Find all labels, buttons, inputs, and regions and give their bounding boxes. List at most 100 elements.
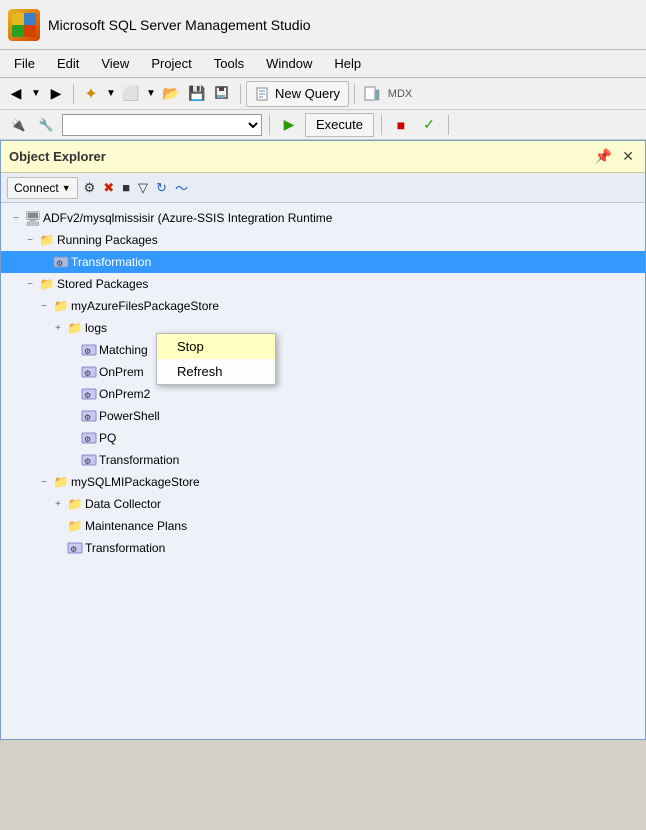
- transformation-sqlmi-package-icon: ⚙: [67, 540, 83, 556]
- oe-stop-icon[interactable]: ■: [120, 178, 132, 197]
- tree-node-powershell[interactable]: ⚙ PowerShell: [1, 405, 645, 427]
- oe-refresh-icon[interactable]: ↻: [154, 178, 169, 198]
- expander-pq: [65, 431, 79, 445]
- context-menu: Stop Refresh: [156, 333, 276, 385]
- menu-file[interactable]: File: [4, 53, 45, 74]
- transformation-stored-package-icon: ⚙: [81, 452, 97, 468]
- app-icon: [8, 9, 40, 41]
- tree-node-onprem[interactable]: ⚙ OnPrem: [1, 361, 645, 383]
- oe-disconnect-icon[interactable]: ✖: [101, 178, 116, 198]
- menu-window[interactable]: Window: [256, 53, 322, 74]
- back-button[interactable]: ◀: [4, 82, 28, 106]
- sep5: [381, 115, 382, 135]
- server-label: ADFv2/mysqlmissisir (Azure-SSIS Integrat…: [43, 211, 332, 225]
- azure-store-label: myAzureFilesPackageStore: [71, 299, 219, 313]
- expander-stored: −: [23, 277, 37, 291]
- logs-label: logs: [85, 321, 107, 335]
- sparkle-button[interactable]: ✦: [79, 82, 103, 106]
- report-button[interactable]: [360, 82, 384, 106]
- expander-maintenance: [51, 519, 65, 533]
- chevron-down-icon: ▼: [62, 183, 71, 193]
- onprem2-package-icon: ⚙: [81, 386, 97, 402]
- expander-onprem2: [65, 387, 79, 401]
- oe-pin-button[interactable]: 📌: [592, 148, 615, 165]
- logs-folder-icon: 📁: [67, 320, 83, 336]
- server-icon: 🖥: [25, 210, 41, 226]
- running-packages-folder-icon: 📁: [39, 232, 55, 248]
- menu-edit[interactable]: Edit: [47, 53, 89, 74]
- pq-package-icon: ⚙: [81, 430, 97, 446]
- expander-data-collector: +: [51, 497, 65, 511]
- tree-node-transformation-stored[interactable]: ⚙ Transformation: [1, 449, 645, 471]
- mdx-button[interactable]: MDX: [386, 82, 414, 106]
- sqlmi-store-label: mySQLMIPackageStore: [71, 475, 200, 489]
- execute-action[interactable]: ⬜: [119, 82, 143, 106]
- database-selector[interactable]: [62, 114, 262, 136]
- expander-transformation-stored: [65, 453, 79, 467]
- tree-node-stored-packages[interactable]: − 📁 Stored Packages: [1, 273, 645, 295]
- tree-node-transformation-running[interactable]: ⚙ Transformation: [1, 251, 645, 273]
- tree-node-azure-store[interactable]: − 📁 myAzureFilesPackageStore: [1, 295, 645, 317]
- context-menu-refresh[interactable]: Refresh: [157, 359, 275, 384]
- svg-text:⚙: ⚙: [84, 413, 91, 422]
- oe-header: Object Explorer 📌 ✕: [1, 141, 645, 173]
- sqlmi-store-folder-icon: 📁: [53, 474, 69, 490]
- app-title: Microsoft SQL Server Management Studio: [48, 17, 311, 33]
- tree-node-logs[interactable]: + 📁 logs: [1, 317, 645, 339]
- dropdown-execute[interactable]: ▼: [145, 82, 157, 106]
- oe-connect-button[interactable]: Connect ▼: [7, 177, 78, 199]
- menu-help[interactable]: Help: [324, 53, 371, 74]
- connect-db-icon[interactable]: 🔌: [6, 113, 30, 137]
- menu-view[interactable]: View: [91, 53, 139, 74]
- object-explorer: Object Explorer 📌 ✕ Connect ▼ ⚙ ✖ ■ ▽ ↻ …: [0, 140, 646, 740]
- transformation-sqlmi-label: Transformation: [85, 541, 165, 555]
- onprem-label: OnPrem: [99, 365, 144, 379]
- tree-node-sqlmi-store[interactable]: − 📁 mySQLMIPackageStore: [1, 471, 645, 493]
- maintenance-plans-label: Maintenance Plans: [85, 519, 187, 533]
- oe-activity-icon[interactable]: 〜: [173, 176, 190, 199]
- stored-packages-folder-icon: 📁: [39, 276, 55, 292]
- matching-label: Matching: [99, 343, 148, 357]
- execute-button[interactable]: Execute: [305, 113, 374, 137]
- expander-transformation: [37, 255, 51, 269]
- dropdown-back[interactable]: ▼: [30, 82, 42, 106]
- dropdown-sparkle[interactable]: ▼: [105, 82, 117, 106]
- sep4: [269, 115, 270, 135]
- new-query-button[interactable]: New Query: [246, 81, 349, 107]
- oe-connect-label: Connect: [14, 181, 59, 195]
- oe-toolbar: Connect ▼ ⚙ ✖ ■ ▽ ↻ 〜: [1, 173, 645, 203]
- tree-node-matching[interactable]: ⚙ Matching: [1, 339, 645, 361]
- properties-icon[interactable]: 🔧: [34, 113, 58, 137]
- menu-tools[interactable]: Tools: [204, 53, 254, 74]
- new-query-label: New Query: [275, 86, 340, 101]
- svg-text:⚙: ⚙: [70, 545, 77, 554]
- tree-node-running-packages[interactable]: − 📁 Running Packages: [1, 229, 645, 251]
- save-all-button[interactable]: [211, 82, 235, 106]
- stop-execute[interactable]: ■: [389, 113, 413, 137]
- sep1: [73, 84, 74, 104]
- data-collector-label: Data Collector: [85, 497, 161, 511]
- execute-play[interactable]: ▶: [277, 113, 301, 137]
- save-button[interactable]: 💾: [185, 82, 209, 106]
- powershell-package-icon: ⚙: [81, 408, 97, 424]
- menu-project[interactable]: Project: [141, 53, 201, 74]
- tree-node-transformation-sqlmi[interactable]: ⚙ Transformation: [1, 537, 645, 559]
- forward-button[interactable]: ▶: [44, 82, 68, 106]
- query-toolbar: 🔌 🔧 ▶ Execute ■ ✓: [0, 110, 646, 140]
- sep3: [354, 84, 355, 104]
- open-button[interactable]: 📂: [159, 82, 183, 106]
- tree-node-onprem2[interactable]: ⚙ OnPrem2: [1, 383, 645, 405]
- main-toolbar: ◀ ▼ ▶ ✦ ▼ ⬜ ▼ 📂 💾 New Query MDX: [0, 78, 646, 110]
- tree-node-server[interactable]: − 🖥 ADFv2/mysqlmissisir (Azure-SSIS Inte…: [1, 207, 645, 229]
- sep2: [240, 84, 241, 104]
- check-button[interactable]: ✓: [417, 113, 441, 137]
- context-menu-stop[interactable]: Stop: [157, 334, 275, 359]
- oe-filter-active-icon[interactable]: ⚙: [82, 178, 98, 198]
- tree-node-maintenance-plans[interactable]: 📁 Maintenance Plans: [1, 515, 645, 537]
- svg-text:⚙: ⚙: [84, 457, 91, 466]
- oe-filter-icon[interactable]: ▽: [136, 178, 150, 198]
- oe-close-button[interactable]: ✕: [619, 148, 637, 165]
- tree-node-data-collector[interactable]: + 📁 Data Collector: [1, 493, 645, 515]
- object-explorer-tree: − 🖥 ADFv2/mysqlmissisir (Azure-SSIS Inte…: [1, 203, 645, 707]
- tree-node-pq[interactable]: ⚙ PQ: [1, 427, 645, 449]
